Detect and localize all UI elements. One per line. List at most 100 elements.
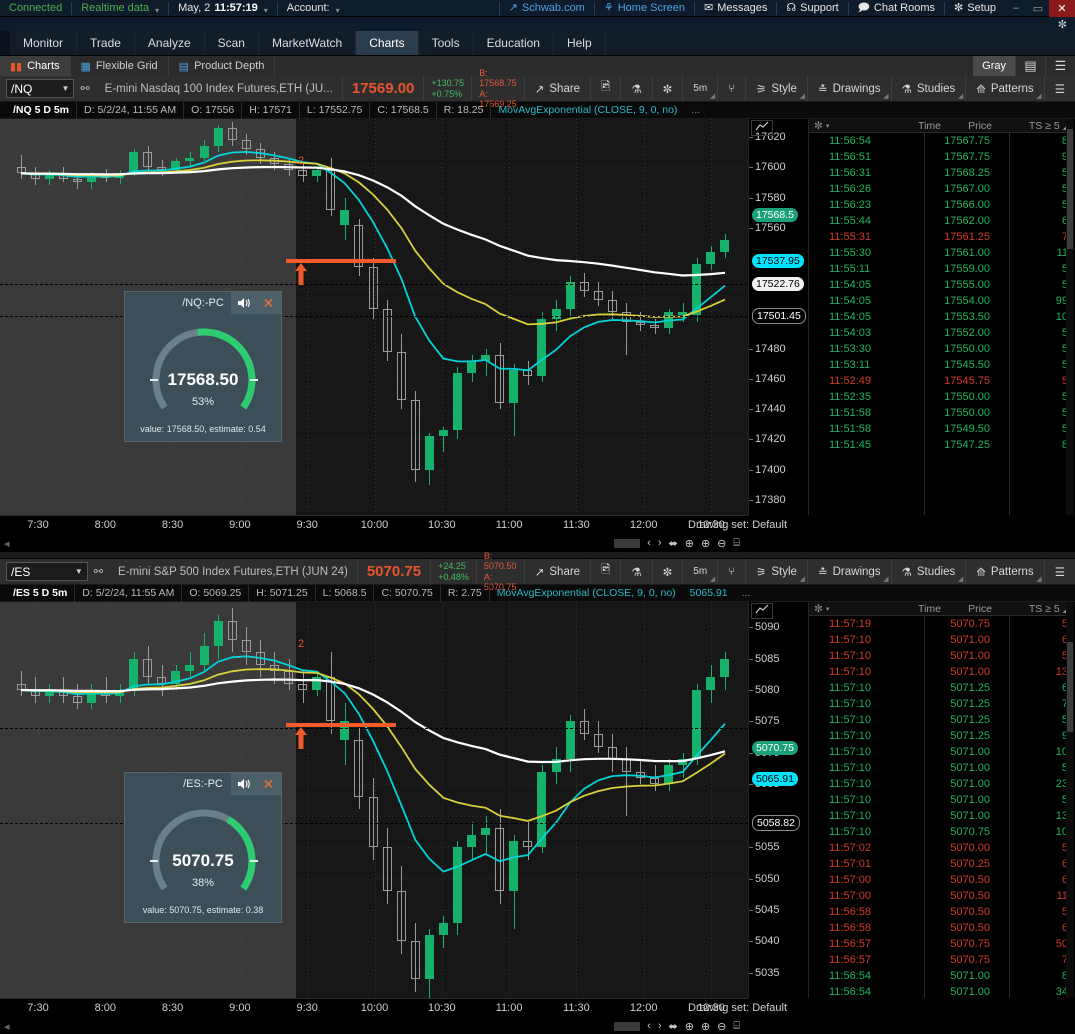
- table-row[interactable]: 11:57:01 5070.25 6: [809, 856, 1074, 872]
- menu-item-tools[interactable]: Tools: [419, 31, 474, 55]
- price-badge-green[interactable]: 5070.75: [752, 741, 798, 756]
- link-setup[interactable]: ✼ Setup: [945, 0, 1005, 17]
- flask-icon[interactable]: ⚗: [621, 559, 653, 584]
- drawings-button-es[interactable]: ≛ Drawings ◢: [808, 559, 892, 584]
- chart-type-icon[interactable]: ⑂: [718, 559, 747, 584]
- hamburger-icon[interactable]: ☰: [1045, 56, 1075, 76]
- table-row[interactable]: 11:53:30 17550.00 5: [809, 341, 1074, 357]
- menu-item-scan[interactable]: Scan: [205, 31, 259, 55]
- table-row[interactable]: 11:56:51 17567.75 9: [809, 149, 1074, 165]
- table-row[interactable]: 11:57:00 5070.50 11: [809, 888, 1074, 904]
- step-back-icon[interactable]: ‹: [647, 537, 651, 549]
- time-sales-scrollbar[interactable]: [1066, 602, 1074, 998]
- layout-icon[interactable]: ▤: [1015, 56, 1045, 76]
- table-row[interactable]: 11:56:54 5071.00 8: [809, 968, 1074, 984]
- minimize-button[interactable]: –: [1005, 0, 1027, 17]
- style-button-es[interactable]: ⚞ Style ◢: [746, 559, 808, 584]
- camera-icon[interactable]: 🖻: [591, 559, 622, 584]
- plot-area-nq[interactable]: 2/NQ:-PC ✕ 17568.50 53% value: 17568.50, est…: [0, 119, 748, 515]
- column-header-price[interactable]: Price: [949, 603, 1002, 615]
- pan-icon[interactable]: ⬌: [669, 1020, 678, 1033]
- table-row[interactable]: 11:57:10 5071.00 13: [809, 808, 1074, 824]
- time-sales-settings[interactable]: ✼ ▾: [809, 603, 839, 615]
- gray-theme-button[interactable]: Gray: [973, 56, 1015, 76]
- time-sales-scrollbar[interactable]: [1066, 119, 1074, 515]
- drawings-button-nq[interactable]: ≛ Drawings ◢: [808, 76, 892, 101]
- axis-scale-icon[interactable]: [751, 120, 773, 136]
- link-chain-icon[interactable]: ⚯: [74, 76, 95, 101]
- panel-splitter[interactable]: [0, 551, 1075, 559]
- table-row[interactable]: 11:57:19 5070.75 5: [809, 616, 1074, 632]
- table-row[interactable]: 11:57:10 5071.00 5: [809, 760, 1074, 776]
- gear-icon[interactable]: ✼: [1058, 18, 1067, 31]
- price-badge-cyan[interactable]: 5065.91: [752, 771, 798, 786]
- crosshair-icon[interactable]: ⊕: [685, 537, 694, 550]
- camera-icon[interactable]: 🖻: [591, 76, 622, 101]
- menu-item-help[interactable]: Help: [554, 31, 606, 55]
- close-icon[interactable]: ✕: [256, 292, 281, 314]
- gauge-widget[interactable]: /NQ:-PC ✕ 17568.50 53% value: 17568.50, esti…: [124, 291, 282, 442]
- flask-icon[interactable]: ⚗: [621, 76, 653, 101]
- price-badge-green[interactable]: 17568.5: [752, 207, 798, 222]
- chart-menu-button-nq[interactable]: ☰: [1045, 76, 1075, 101]
- chart-menu-button-es[interactable]: ☰: [1045, 559, 1075, 584]
- table-row[interactable]: 11:56:23 17566.00 5: [809, 197, 1074, 213]
- table-row[interactable]: 11:51:45 17547.25 8: [809, 437, 1074, 453]
- column-header-price[interactable]: Price: [949, 120, 1002, 132]
- link-home-screen[interactable]: ⚘ Home Screen: [595, 0, 694, 17]
- gauge-widget[interactable]: /ES:-PC ✕ 5070.75 38% value: 5070.75, estima…: [124, 772, 282, 923]
- menu-item-charts[interactable]: Charts: [356, 31, 419, 55]
- scroll-thumb-nq[interactable]: [614, 538, 641, 548]
- account-selector[interactable]: Account: ▾: [278, 0, 349, 17]
- column-header-size[interactable]: TS ≥ 5 ◢: [1002, 603, 1074, 615]
- table-row[interactable]: 11:56:57 5070.75 50: [809, 936, 1074, 952]
- studies-button-es[interactable]: ⚗ Studies ◢: [892, 559, 967, 584]
- buy-arrow-icon[interactable]: [295, 263, 307, 286]
- patterns-button-nq[interactable]: ⟰ Patterns ◢: [966, 76, 1045, 101]
- close-button[interactable]: ✕: [1049, 0, 1075, 17]
- speaker-icon[interactable]: [231, 773, 256, 795]
- table-row[interactable]: 11:54:05 17555.00 5: [809, 277, 1074, 293]
- clock-area[interactable]: May, 2 11:57:19 ▾: [169, 0, 277, 17]
- price-badge-outline[interactable]: 17501.45: [752, 308, 806, 325]
- link-chain-icon[interactable]: ⚯: [88, 559, 109, 584]
- plot-area-es[interactable]: 2/ES:-PC ✕ 5070.75 38% value: 5070.75, estim…: [0, 602, 748, 998]
- table-row[interactable]: 11:57:00 5070.50 6: [809, 872, 1074, 888]
- symbol-input-nq[interactable]: /NQ ▼: [6, 79, 75, 98]
- link-schwab-com[interactable]: ↗ Schwab.com: [500, 0, 594, 17]
- pan-icon[interactable]: ⬌: [669, 537, 678, 550]
- table-row[interactable]: 11:57:10 5071.00 23: [809, 776, 1074, 792]
- table-row[interactable]: 11:57:10 5071.25 9: [809, 728, 1074, 744]
- patterns-button-es[interactable]: ⟰ Patterns ◢: [966, 559, 1045, 584]
- table-row[interactable]: 11:55:31 17561.25 7: [809, 229, 1074, 245]
- axis-scale-icon[interactable]: [751, 603, 773, 619]
- table-row[interactable]: 11:56:54 17567.75 8: [809, 133, 1074, 149]
- crosshair-icon[interactable]: ⊕: [685, 1020, 694, 1033]
- fit-icon[interactable]: ⌸: [733, 537, 740, 550]
- table-row[interactable]: 11:57:10 5071.00 5: [809, 792, 1074, 808]
- menu-item-education[interactable]: Education: [474, 31, 554, 55]
- menu-item-monitor[interactable]: Monitor: [10, 31, 78, 55]
- price-badge-white[interactable]: 17522.76: [752, 277, 804, 292]
- time-sales-settings[interactable]: ✼ ▾: [809, 120, 839, 132]
- price-badge-cyan[interactable]: 17537.95: [752, 254, 804, 269]
- price-axis-nq[interactable]: 17620 17600 17580 17560 17480 17460 17440 17420…: [748, 119, 808, 515]
- studies-button-nq[interactable]: ⚗ Studies ◢: [892, 76, 967, 101]
- time-sales-rows[interactable]: 11:57:19 5070.75 5 11:57:10 5071.00 6 11:57:10…: [809, 616, 1074, 998]
- table-row[interactable]: 11:57:02 5070.00 5: [809, 840, 1074, 856]
- table-row[interactable]: 11:55:30 17561.00 11: [809, 245, 1074, 261]
- table-row[interactable]: 11:56:58 5070.50 5: [809, 904, 1074, 920]
- step-fwd-icon[interactable]: ›: [658, 537, 662, 549]
- tab-flexible-grid[interactable]: ▦ Flexible Grid: [71, 56, 169, 76]
- step-fwd-icon[interactable]: ›: [658, 1020, 662, 1032]
- tab-product-depth[interactable]: ▤ Product Depth: [169, 56, 276, 76]
- step-back-icon[interactable]: ‹: [647, 1020, 651, 1032]
- interval-button-es[interactable]: 5m ◢: [683, 559, 719, 584]
- table-row[interactable]: 11:56:26 17567.00 5: [809, 181, 1074, 197]
- tab-charts[interactable]: ▮▮ Charts: [0, 56, 71, 76]
- fit-icon[interactable]: ⌸: [733, 1020, 740, 1033]
- table-row[interactable]: 11:51:58 17549.50 5: [809, 421, 1074, 437]
- buy-arrow-icon[interactable]: [295, 726, 307, 749]
- table-row[interactable]: 11:55:44 17562.00 6: [809, 213, 1074, 229]
- gear-icon[interactable]: ✼: [653, 559, 684, 584]
